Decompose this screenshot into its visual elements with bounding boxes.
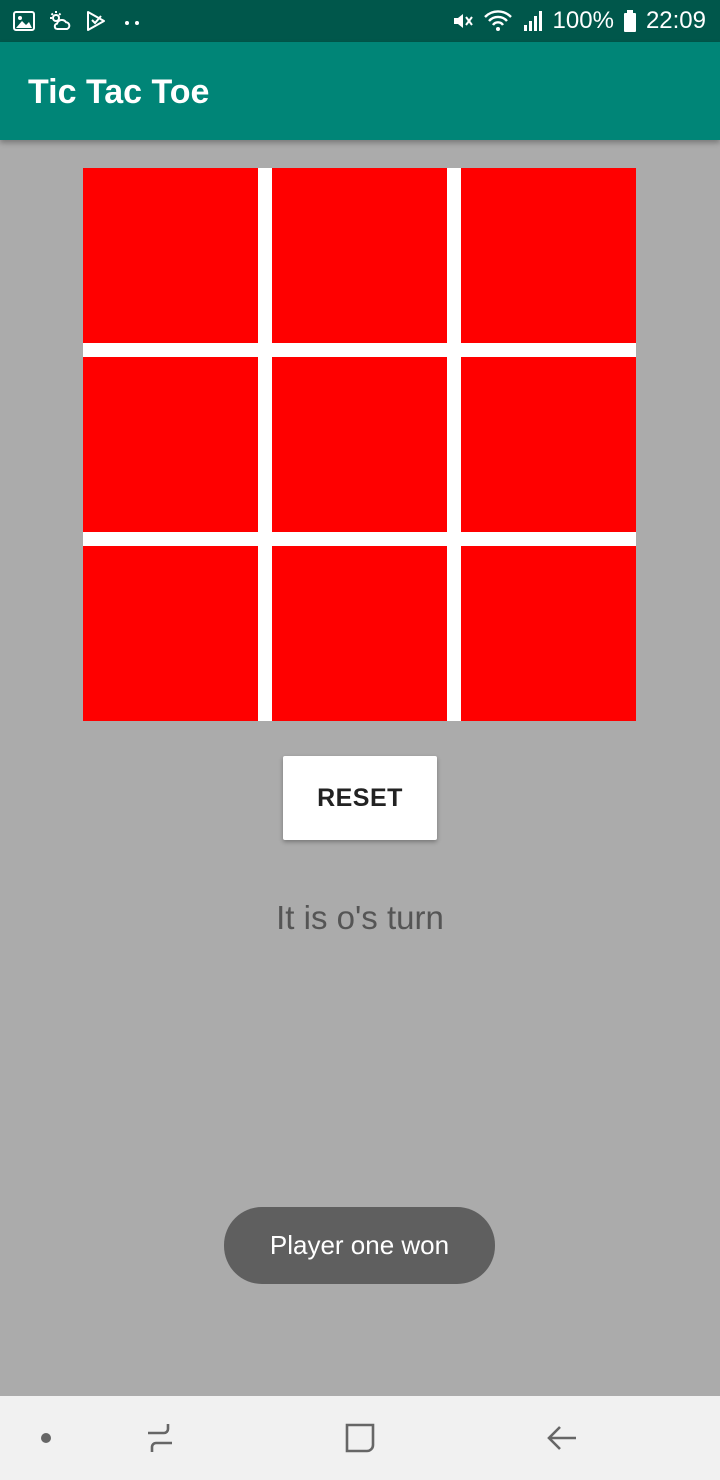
turn-status-text: It is o's turn [276,899,444,936]
system-icons: 100% 22:09 [451,6,706,36]
notification-icons [12,8,144,34]
battery-icon [622,9,638,33]
game-board [83,168,636,721]
more-notifications-icon [120,9,144,33]
clock: 22:09 [645,7,706,34]
board-cell-1[interactable] [83,168,258,343]
signal-icon [521,9,545,33]
weather-icon [48,9,72,33]
back-icon[interactable] [540,1416,584,1460]
board-cell-4[interactable] [83,357,258,532]
board-cell-6[interactable] [461,357,636,532]
home-icon[interactable] [338,1416,382,1460]
image-icon [12,9,36,33]
status-bar: 100% 22:09 [0,0,720,42]
app-title: Tic Tac Toe [28,73,210,111]
wifi-icon [483,9,513,33]
board-cell-7[interactable] [83,546,258,721]
reset-button[interactable]: RESET [283,756,437,840]
play-store-icon [84,9,108,33]
battery-percentage: 100% [552,7,614,34]
board-cell-9[interactable] [461,546,636,721]
toast-message: Player one won [224,1207,495,1284]
board-cell-2[interactable] [272,168,447,343]
app-bar: Tic Tac Toe [0,42,720,140]
board-cell-5[interactable] [272,357,447,532]
recent-apps-icon[interactable] [138,1416,182,1460]
navigation-bar [0,1396,720,1480]
board-cell-8[interactable] [272,546,447,721]
board-cell-3[interactable] [461,168,636,343]
dot-icon[interactable] [24,1416,68,1460]
mute-icon [451,9,475,33]
